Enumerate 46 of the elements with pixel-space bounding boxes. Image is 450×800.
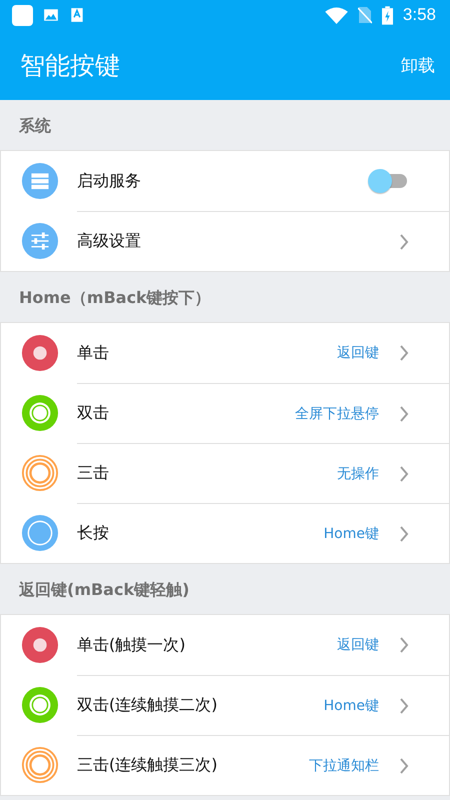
uninstall-button[interactable]: 卸载 <box>401 50 435 80</box>
dot-circle-icon <box>21 334 59 372</box>
app-notification-icon <box>12 4 33 26</box>
setting-label: 双击 <box>77 403 110 424</box>
double-ring-icon <box>21 746 59 784</box>
chevron-right-icon[interactable] <box>399 756 409 774</box>
setting-label: 高级设置 <box>77 231 142 252</box>
chevron-right-icon[interactable] <box>399 696 409 714</box>
section-header: 返回键(mBack键轻触) <box>19 580 190 600</box>
setting-label: 长按 <box>77 523 110 544</box>
setting-label: 三击 <box>77 463 110 484</box>
chevron-right-icon[interactable] <box>399 404 409 422</box>
clock: 3:58 <box>402 5 436 25</box>
ring-icon <box>21 394 59 432</box>
wifi-icon <box>324 6 348 24</box>
setting-value: 下拉通知栏 <box>309 756 379 774</box>
battery-charging-icon <box>382 6 393 24</box>
chevron-right-icon[interactable] <box>399 636 409 654</box>
setting-label: 单击(触摸一次) <box>77 634 186 656</box>
setting-value: 全屏下拉悬停 <box>295 404 379 422</box>
chevron-right-icon[interactable] <box>399 524 409 542</box>
setting-label: 启动服务 <box>77 170 142 192</box>
setting-value: 无操作 <box>337 464 379 482</box>
setting-label: 单击 <box>77 342 110 364</box>
chevron-right-icon[interactable] <box>399 344 409 362</box>
setting-value: 返回键 <box>337 636 379 654</box>
double-ring-icon <box>21 454 59 492</box>
section-header: 系统 <box>19 116 51 136</box>
chevron-right-icon[interactable] <box>399 232 409 250</box>
sliders-icon <box>21 222 59 260</box>
setting-label: 三击(连续触摸三次) <box>77 755 218 776</box>
setting-label: 双击(连续触摸二次) <box>77 695 218 716</box>
ring-icon <box>21 514 59 552</box>
chevron-right-icon[interactable] <box>399 464 409 482</box>
app-title: 智能按键 <box>20 50 120 82</box>
setting-value: 返回键 <box>337 344 379 362</box>
ring-icon <box>21 686 59 724</box>
setting-value: Home键 <box>324 524 379 542</box>
setting-value: Home键 <box>324 696 379 714</box>
toggle-switch[interactable] <box>367 168 409 194</box>
dot-circle-icon <box>21 626 59 664</box>
font-icon <box>69 7 85 23</box>
section-header: Home（mBack键按下） <box>19 288 211 308</box>
image-icon <box>43 7 59 23</box>
server-icon <box>21 162 59 200</box>
no-sim-icon <box>358 6 372 24</box>
